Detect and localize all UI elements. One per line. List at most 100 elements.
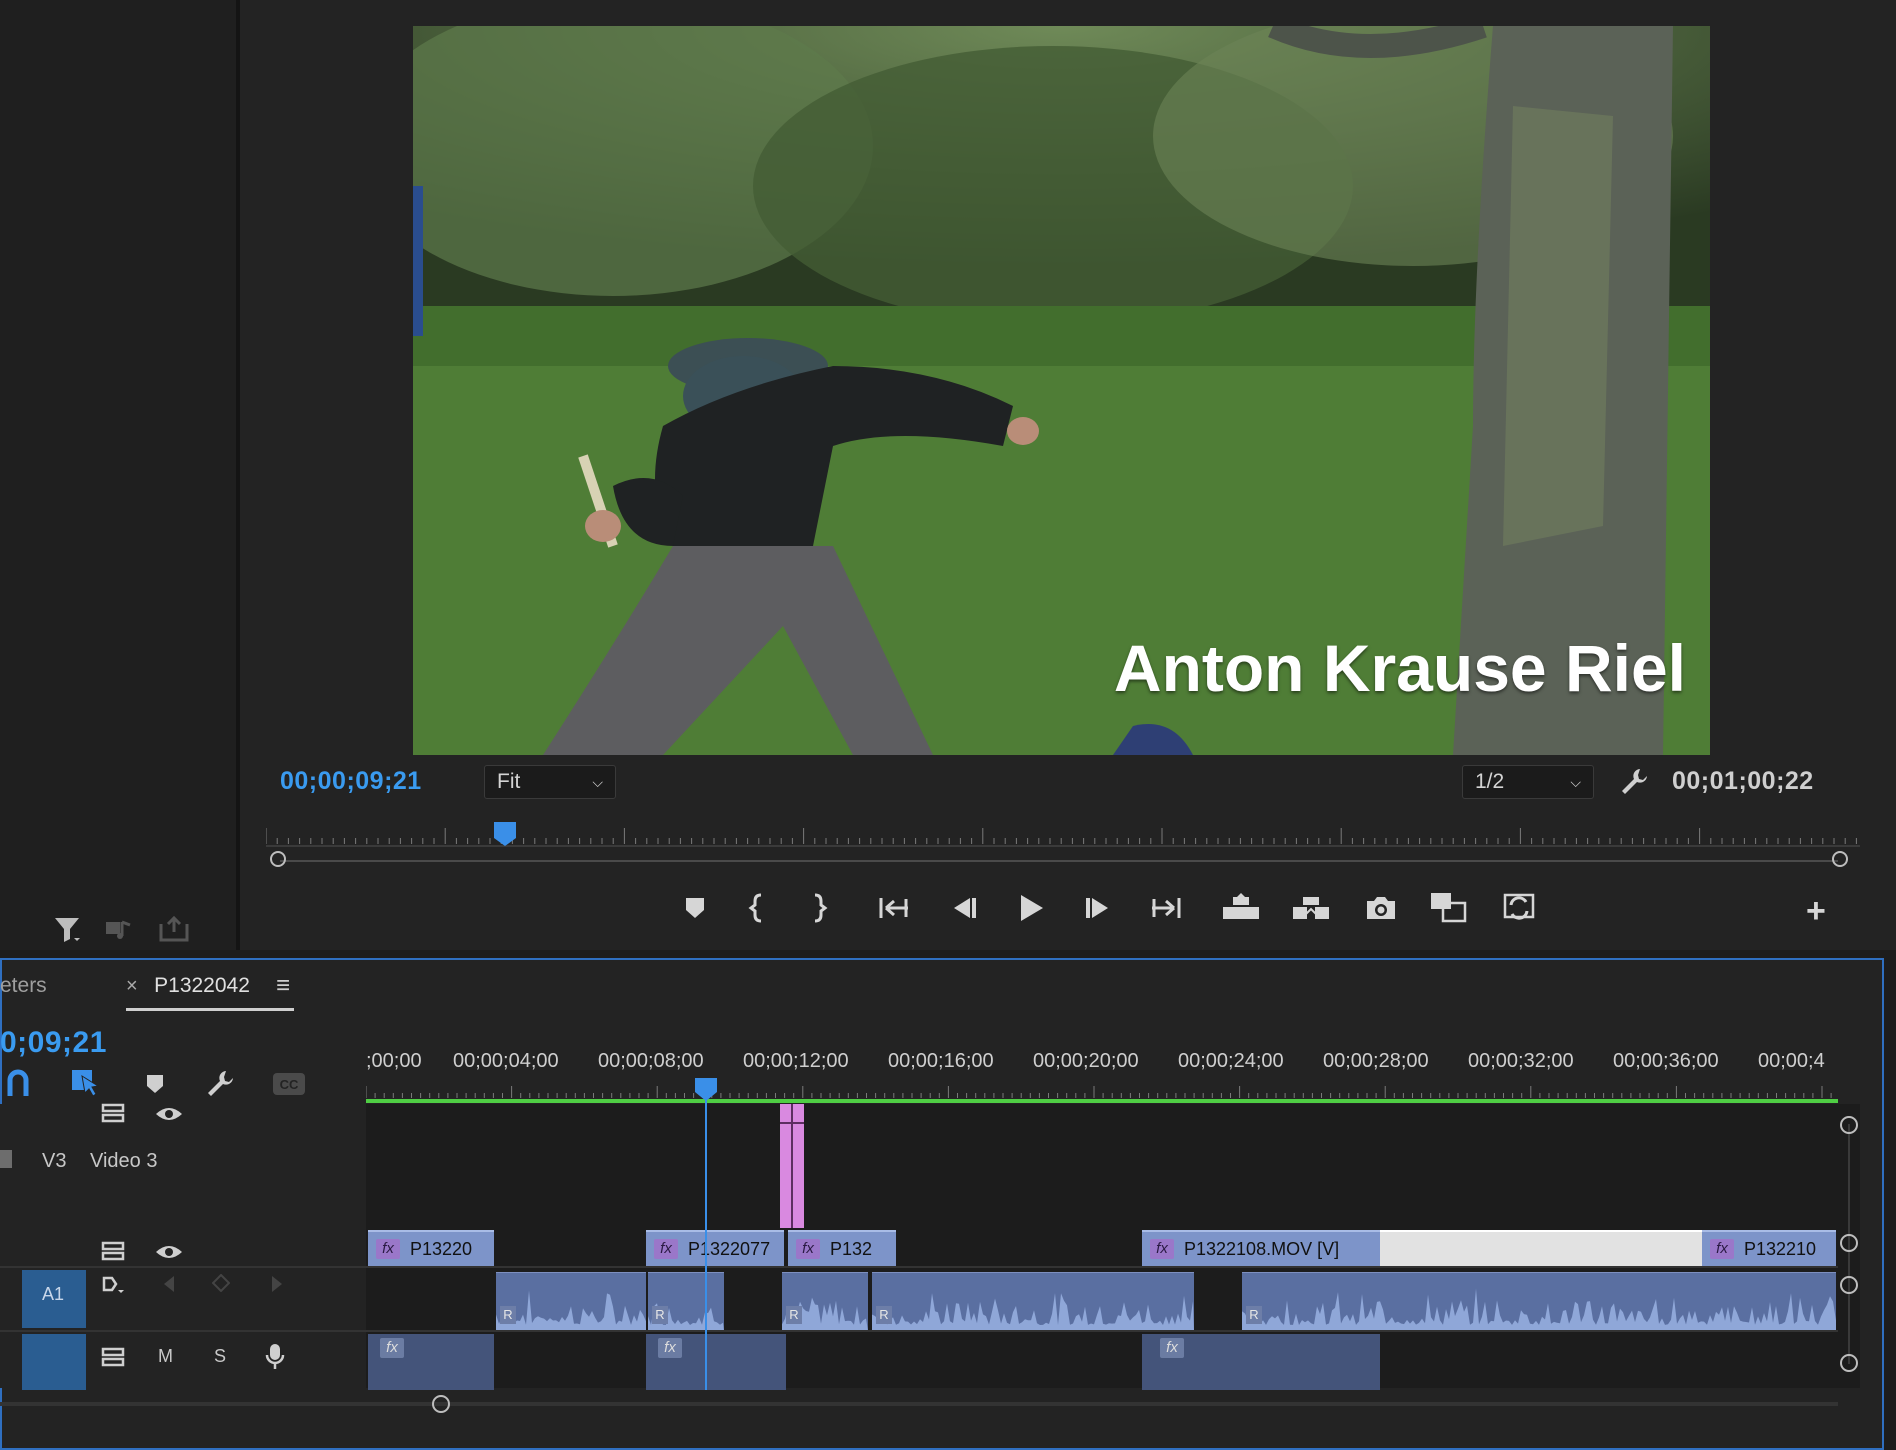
video-clip[interactable]: fx P132210 [1702, 1230, 1836, 1266]
step-back-icon[interactable] [940, 885, 986, 931]
comparison-view-icon[interactable] [1426, 885, 1472, 931]
solo-track-button[interactable]: S [214, 1346, 226, 1367]
scroll-handle[interactable] [1840, 1234, 1858, 1252]
ruler-label: 00;00;28;00 [1323, 1050, 1429, 1072]
tab-effect-controls[interactable]: eters [0, 974, 47, 998]
ruler-label: 00;00;04;00 [453, 1050, 559, 1072]
tab-sequence[interactable]: × P1322042 [126, 974, 294, 1011]
track-output-icon[interactable] [100, 1102, 128, 1124]
toggle-proxies-icon[interactable] [1496, 885, 1542, 931]
video-clip[interactable]: fx P13220 [368, 1230, 494, 1266]
playback-resolution-select[interactable]: 1/2 ⌵ [1462, 765, 1594, 799]
automate-to-sequence-icon[interactable] [104, 914, 136, 944]
play-icon[interactable] [1008, 885, 1054, 931]
fx-badge-icon: fx [654, 1239, 678, 1259]
track-id-v3[interactable]: V3 [42, 1150, 66, 1173]
title-overlay: Anton Krause Riel [1113, 631, 1686, 705]
lock-track-icon[interactable] [0, 1150, 12, 1168]
go-to-out-icon[interactable] [1142, 885, 1188, 931]
scroll-handle[interactable] [1840, 1116, 1858, 1134]
playhead-timecode[interactable]: 00;00;09;21 [280, 767, 422, 796]
track-id-a1: A1 [42, 1284, 65, 1304]
mute-track-button[interactable]: M [158, 1346, 173, 1367]
snap-icon[interactable] [4, 1068, 32, 1098]
chevron-down-icon: ⌵ [1570, 773, 1581, 790]
ruler-label: 00;00;36;00 [1613, 1050, 1719, 1072]
ruler-label: 00;00;20;00 [1033, 1050, 1139, 1072]
fx-badge-icon: fx [380, 1338, 404, 1358]
audio-clip[interactable]: R [782, 1272, 868, 1330]
track-target-a1[interactable]: A1 [22, 1270, 86, 1328]
add-keyframe-icon[interactable] [211, 1273, 231, 1293]
step-forward-icon[interactable] [1076, 885, 1122, 931]
panel-menu-icon[interactable]: ≡ [276, 972, 290, 1000]
filter-icon[interactable] [52, 914, 82, 944]
video-clip[interactable]: fx P132 [788, 1230, 896, 1266]
scroll-handle[interactable] [1840, 1276, 1858, 1294]
fx-badge-icon: fx [1160, 1338, 1184, 1358]
toggle-track-output-eye-icon[interactable] [154, 1242, 184, 1262]
fx-badge-icon: fx [1150, 1239, 1174, 1259]
extract-icon[interactable] [1288, 885, 1334, 931]
track-output-icon[interactable] [100, 1346, 128, 1368]
fx-badge-icon: fx [376, 1239, 400, 1259]
vertical-scrollbar[interactable] [1838, 1104, 1860, 1388]
captions-icon[interactable]: CC [272, 1072, 306, 1096]
timeline-playhead[interactable] [694, 1076, 718, 1390]
ruler-label: 00;00;16;00 [888, 1050, 994, 1072]
audio-clip-a2[interactable]: fx [368, 1334, 494, 1390]
monitor-zoom-scrollbar[interactable] [270, 850, 1848, 872]
lift-icon[interactable] [1218, 885, 1264, 931]
ruler-label: ;00;00 [366, 1050, 422, 1072]
add-marker-icon[interactable] [672, 885, 718, 931]
duration-timecode: 00;01;00;22 [1672, 767, 1814, 795]
white-matte-clip[interactable] [1380, 1230, 1702, 1266]
voice-over-record-icon[interactable] [264, 1342, 286, 1372]
adjustment-layer-clip[interactable] [780, 1104, 804, 1228]
monitor-playhead[interactable] [494, 822, 517, 848]
work-area-bar[interactable] [366, 1099, 1838, 1103]
ruler-label: 00;00;32;00 [1468, 1050, 1574, 1072]
scroll-handle-left[interactable] [432, 1395, 450, 1413]
fx-badge-icon: fx [1710, 1239, 1734, 1259]
export-frame-icon[interactable] [1358, 885, 1404, 931]
add-button-icon[interactable]: + [1806, 892, 1826, 931]
scroll-handle[interactable] [1840, 1354, 1858, 1372]
audio-clip-a2[interactable]: fx [1142, 1334, 1380, 1390]
linked-selection-icon[interactable] [70, 1066, 102, 1098]
scroll-handle-left[interactable] [270, 851, 286, 867]
keyframe-menu-icon[interactable] [100, 1274, 126, 1298]
rendered-badge: R [1246, 1306, 1262, 1324]
go-to-in-icon[interactable] [872, 885, 918, 931]
toggle-track-output-eye-icon[interactable] [154, 1104, 184, 1124]
scroll-handle-right[interactable] [1832, 851, 1848, 867]
clip-name: P1322108.MOV [V] [1184, 1238, 1340, 1259]
close-icon[interactable]: × [126, 975, 138, 997]
ruler-label: 00;00;4 [1758, 1050, 1825, 1072]
track-output-icon[interactable] [100, 1240, 128, 1262]
previous-keyframe-icon[interactable] [162, 1274, 176, 1294]
transport-controls [672, 885, 1612, 935]
audio-clip[interactable]: R [1242, 1272, 1836, 1330]
timeline-timecode[interactable]: 0;09;21 [0, 1026, 107, 1060]
add-marker-timeline-icon[interactable] [144, 1072, 166, 1098]
export-icon[interactable] [158, 914, 190, 944]
video-clip[interactable]: fx P1322108.MOV [V] [1142, 1230, 1380, 1266]
timeline-settings-wrench-icon[interactable] [204, 1068, 236, 1100]
timeline-horizontal-scrollbar[interactable] [0, 1392, 1838, 1416]
tab-label: eters [0, 974, 47, 997]
mark-out-icon[interactable] [796, 885, 842, 931]
clip-name: P132210 [1744, 1238, 1817, 1259]
fx-badge-icon: fx [796, 1239, 820, 1259]
ruler-label: 00;00;08;00 [598, 1050, 704, 1072]
mark-in-icon[interactable] [734, 885, 780, 931]
next-keyframe-icon[interactable] [270, 1274, 284, 1294]
track-target-a2[interactable] [22, 1334, 86, 1390]
audio-clip[interactable]: R [872, 1272, 1194, 1330]
wrench-icon[interactable] [1618, 766, 1650, 798]
timeline-ruler[interactable]: ;00;00 00;00;04;00 00;00;08;00 00;00;12;00 0… [366, 1048, 1838, 1104]
audio-clip[interactable]: R [496, 1272, 646, 1330]
track-divider [0, 1266, 1838, 1268]
video-preview[interactable]: Anton Krause Riel [413, 26, 1710, 755]
zoom-level-select[interactable]: Fit ⌵ [484, 765, 616, 799]
